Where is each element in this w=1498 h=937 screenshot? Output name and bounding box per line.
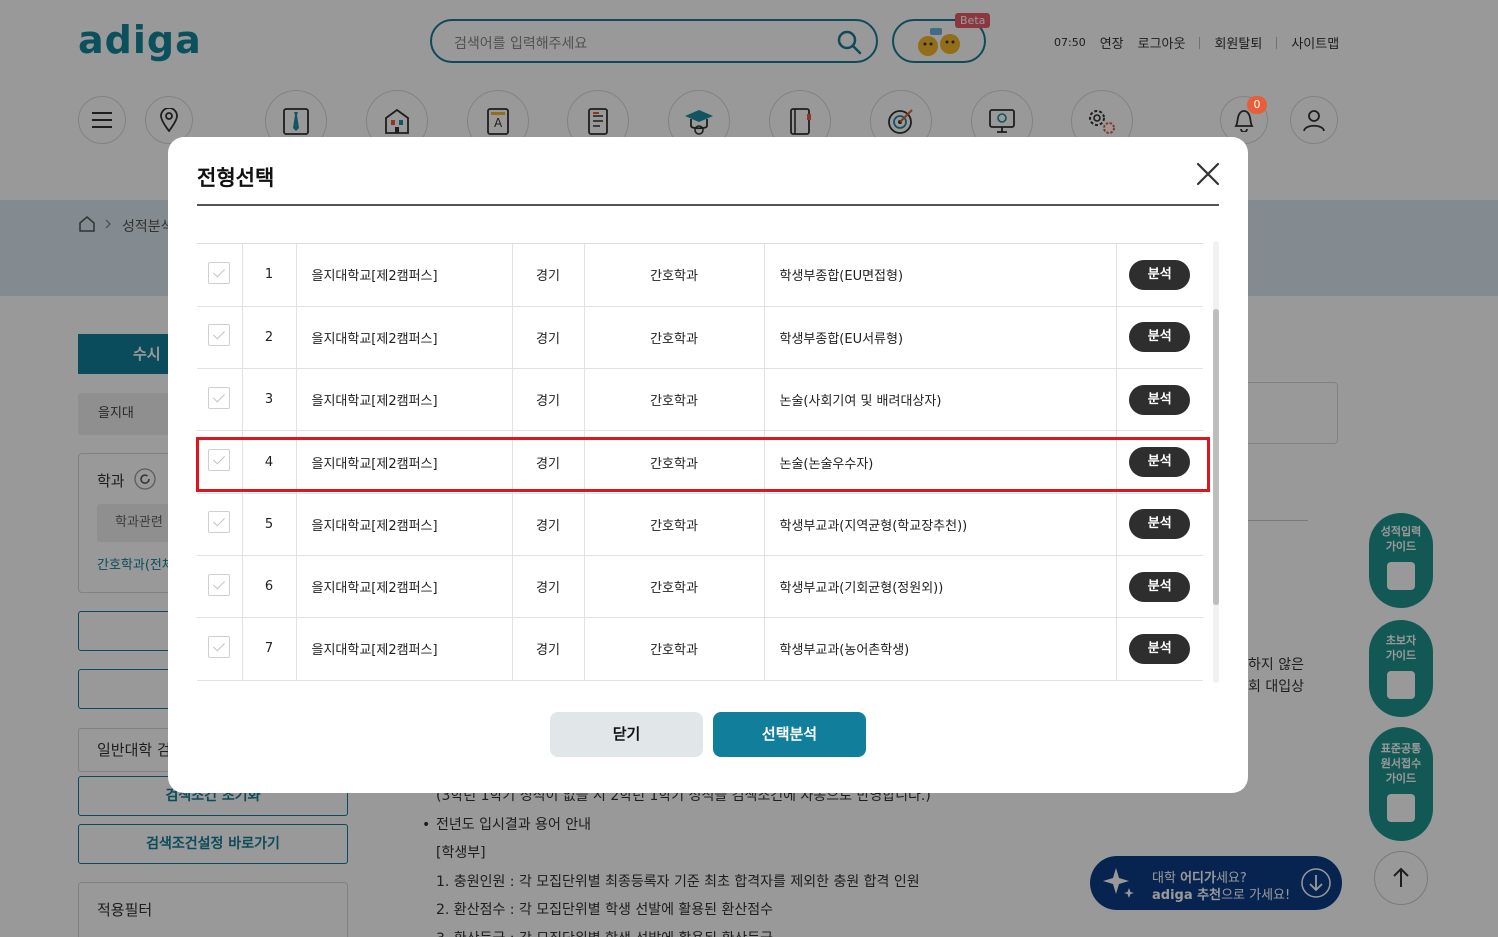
row-department: 간호학과 bbox=[584, 493, 765, 556]
row-admission-type: 논술(논술우수자) bbox=[764, 430, 1117, 494]
row-number: 2 bbox=[242, 306, 297, 370]
row-admission-type: 학생부교과(농어촌학생) bbox=[764, 617, 1117, 681]
row-admission-type: 학생부종합(EU서류형) bbox=[764, 306, 1117, 370]
row-university: 을지대학교[제2캠퍼스] bbox=[296, 493, 513, 556]
table-row: 7 을지대학교[제2캠퍼스] 경기 간호학과 학생부교과(농어촌학생) 분석 bbox=[197, 617, 1203, 681]
row-admission-type: 학생부교과(기회균형(정원외)) bbox=[764, 555, 1117, 619]
row-analyze-cell: 분석 bbox=[1116, 368, 1203, 432]
row-checkbox[interactable] bbox=[208, 635, 231, 658]
row-department: 간호학과 bbox=[584, 617, 765, 681]
row-analyze-button[interactable]: 분석 bbox=[1129, 259, 1191, 290]
row-analyze-button[interactable]: 분석 bbox=[1129, 571, 1191, 602]
table-row: 4 을지대학교[제2캠퍼스] 경기 간호학과 논술(논술우수자) 분석 bbox=[197, 430, 1203, 494]
modal-title-divider bbox=[197, 204, 1219, 206]
row-analyze-cell: 분석 bbox=[1116, 617, 1203, 681]
row-region: 경기 bbox=[512, 430, 585, 494]
modal-close-button[interactable]: 닫기 bbox=[550, 712, 703, 757]
table-row: 6 을지대학교[제2캠퍼스] 경기 간호학과 학생부교과(기회균형(정원외)) … bbox=[197, 555, 1203, 619]
row-analyze-cell: 분석 bbox=[1116, 306, 1203, 370]
row-checkbox[interactable] bbox=[208, 324, 231, 347]
row-admission-type: 논술(사회기여 및 배려대상자) bbox=[764, 368, 1117, 432]
row-number: 7 bbox=[242, 617, 297, 681]
row-university: 을지대학교[제2캠퍼스] bbox=[296, 368, 513, 432]
table-row: 5 을지대학교[제2캠퍼스] 경기 간호학과 학생부교과(지역균형(학교장추천)… bbox=[197, 493, 1203, 556]
row-checkbox-cell bbox=[197, 555, 243, 619]
row-number: 1 bbox=[242, 244, 297, 307]
row-checkbox-cell bbox=[197, 617, 243, 681]
row-checkbox-cell bbox=[197, 493, 243, 556]
admission-type-modal: 전형선택 1 을지대학교[제2캠퍼스] 경기 간호학과 학생부종합(EU면접형)… bbox=[168, 137, 1248, 793]
row-analyze-cell: 분석 bbox=[1116, 244, 1203, 307]
row-university: 을지대학교[제2캠퍼스] bbox=[296, 306, 513, 370]
table-scrollbar-thumb[interactable] bbox=[1213, 309, 1219, 605]
row-analyze-button[interactable]: 분석 bbox=[1129, 509, 1191, 540]
row-department: 간호학과 bbox=[584, 555, 765, 619]
row-checkbox-cell bbox=[197, 306, 243, 370]
row-analyze-cell: 분석 bbox=[1116, 493, 1203, 556]
row-checkbox[interactable] bbox=[208, 449, 231, 472]
notification-count-badge: 0 bbox=[1247, 96, 1267, 114]
row-university: 을지대학교[제2캠퍼스] bbox=[296, 617, 513, 681]
row-university: 을지대학교[제2캠퍼스] bbox=[296, 244, 513, 307]
table-row: 1 을지대학교[제2캠퍼스] 경기 간호학과 학생부종합(EU면접형) 분석 bbox=[197, 244, 1203, 307]
modal-title: 전형선택 bbox=[197, 166, 275, 190]
row-department: 간호학과 bbox=[584, 368, 765, 432]
row-region: 경기 bbox=[512, 306, 585, 370]
row-checkbox-cell bbox=[197, 368, 243, 432]
row-analyze-button[interactable]: 분석 bbox=[1129, 384, 1191, 415]
row-region: 경기 bbox=[512, 617, 585, 681]
row-department: 간호학과 bbox=[584, 430, 765, 494]
row-checkbox-cell bbox=[197, 430, 243, 494]
row-region: 경기 bbox=[512, 555, 585, 619]
row-number: 6 bbox=[242, 555, 297, 619]
row-region: 경기 bbox=[512, 368, 585, 432]
row-admission-type: 학생부종합(EU면접형) bbox=[764, 244, 1117, 307]
row-university: 을지대학교[제2캠퍼스] bbox=[296, 430, 513, 494]
close-icon[interactable] bbox=[1195, 161, 1221, 187]
row-number: 5 bbox=[242, 493, 297, 556]
analyze-selected-button[interactable]: 선택분석 bbox=[713, 712, 866, 757]
admission-table: 1 을지대학교[제2캠퍼스] 경기 간호학과 학생부종합(EU면접형) 분석 2… bbox=[197, 243, 1203, 681]
row-checkbox-cell bbox=[197, 244, 243, 307]
row-analyze-button[interactable]: 분석 bbox=[1129, 633, 1191, 664]
row-department: 간호학과 bbox=[584, 306, 765, 370]
table-row: 3 을지대학교[제2캠퍼스] 경기 간호학과 논술(사회기여 및 배려대상자) … bbox=[197, 368, 1203, 432]
table-row: 2 을지대학교[제2캠퍼스] 경기 간호학과 학생부종합(EU서류형) 분석 bbox=[197, 306, 1203, 370]
row-university: 을지대학교[제2캠퍼스] bbox=[296, 555, 513, 619]
row-analyze-cell: 분석 bbox=[1116, 430, 1203, 494]
row-number: 3 bbox=[242, 368, 297, 432]
row-analyze-button[interactable]: 분석 bbox=[1129, 447, 1191, 478]
row-region: 경기 bbox=[512, 244, 585, 307]
row-analyze-button[interactable]: 분석 bbox=[1129, 322, 1191, 353]
row-analyze-cell: 분석 bbox=[1116, 555, 1203, 619]
row-checkbox[interactable] bbox=[208, 261, 231, 284]
row-number: 4 bbox=[242, 430, 297, 494]
row-checkbox[interactable] bbox=[208, 511, 231, 534]
row-department: 간호학과 bbox=[584, 244, 765, 307]
row-checkbox[interactable] bbox=[208, 573, 231, 596]
row-region: 경기 bbox=[512, 493, 585, 556]
row-admission-type: 학생부교과(지역균형(학교장추천)) bbox=[764, 493, 1117, 556]
row-checkbox[interactable] bbox=[208, 386, 231, 409]
